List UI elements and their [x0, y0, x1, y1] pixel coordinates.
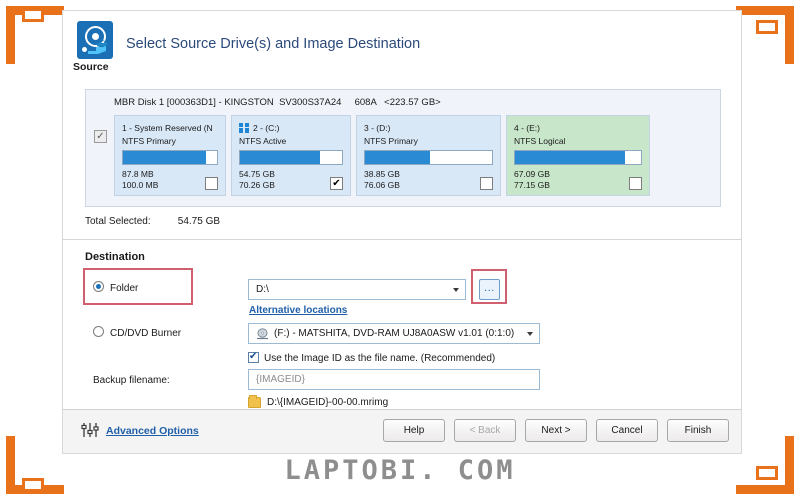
optical-drive-icon — [256, 327, 269, 340]
backup-filename-label: Backup filename: — [93, 375, 170, 386]
bracket-notch — [22, 8, 44, 22]
destination-section-title: Destination — [85, 251, 145, 263]
partition-title-text: 4 - (E:) — [514, 122, 540, 133]
advanced-options-link[interactable]: Advanced Options — [106, 425, 199, 437]
corner-bracket-top-right — [736, 6, 794, 64]
partition-used: 38.85 GB — [364, 169, 400, 179]
use-imageid-checkbox[interactable] — [248, 351, 259, 363]
partition-list: 1 - System Reserved (N NTFS Primary 87.8 M… — [114, 115, 713, 197]
partition-total: 77.15 GB — [514, 179, 550, 190]
partition-title-text: 3 - (D:) — [364, 122, 391, 133]
ellipsis-icon: ... — [484, 281, 495, 294]
bracket-notch — [756, 20, 778, 34]
total-selected-label: Total Selected: — [85, 216, 151, 227]
folder-radio-row[interactable]: Folder — [93, 281, 138, 294]
partition-title: 2 - (C:) — [239, 122, 343, 133]
finish-button[interactable]: Finish — [667, 419, 729, 442]
partition-used: 67.09 GB — [514, 169, 550, 179]
partition-filesystem: NTFS Active — [239, 136, 287, 146]
windows-icon — [239, 122, 249, 133]
bracket-arm-vertical — [6, 6, 15, 64]
source-drive-panel: MBR Disk 1 [000363D1] - KINGSTON SV300S3… — [85, 89, 721, 207]
partition-sizes: 54.75 GB 70.26 GB — [239, 169, 275, 190]
folder-radio-button[interactable] — [93, 281, 104, 292]
total-selected-value: 54.75 GB — [177, 216, 221, 227]
chevron-down-icon[interactable] — [527, 332, 533, 336]
cddvd-burner-combobox[interactable]: (F:) - MATSHITA, DVD-RAM UJ8A0ASW v1.01 … — [248, 323, 540, 344]
partition-checkbox[interactable] — [205, 177, 218, 191]
partition-sizes: 38.85 GB 76.06 GB — [364, 169, 400, 190]
folder-radio-label: Folder — [110, 283, 139, 294]
source-label: Source — [73, 61, 109, 73]
resulting-path-text: D:\{IMAGEID}-00-00.mrimg — [267, 397, 389, 408]
cddvd-radio-row[interactable]: CD/DVD Burner — [93, 326, 181, 339]
imaging-wizard-dialog: Source Select Source Drive(s) and Image … — [62, 10, 742, 454]
disk-select-checkbox[interactable]: ✓ — [94, 130, 107, 143]
partition-used: 87.8 MB — [122, 169, 154, 179]
total-selected-row: Total Selected: 54.75 GB — [85, 216, 721, 227]
partition-checkbox[interactable] — [480, 177, 493, 191]
cddvd-value: (F:) - MATSHITA, DVD-RAM UJ8A0ASW v1.01 … — [274, 328, 515, 339]
partition-card[interactable]: 1 - System Reserved (N NTFS Primary 87.8 M… — [114, 115, 226, 197]
help-button[interactable]: Help — [383, 419, 445, 442]
partition-total: 100.0 MB — [122, 179, 159, 190]
partition-usage-bar — [239, 150, 343, 165]
cddvd-radio-button[interactable] — [93, 326, 104, 337]
partition-checkbox[interactable] — [629, 177, 642, 191]
partition-title: 4 - (E:) — [514, 122, 642, 133]
arrow-icon — [88, 39, 108, 54]
partition-title: 3 - (D:) — [364, 122, 493, 133]
hard-disk-icon — [77, 21, 113, 59]
corner-bracket-top-left — [6, 6, 64, 64]
partition-total: 70.26 GB — [239, 179, 275, 190]
footer-button-group: Help < Back Next > Cancel Finish — [383, 419, 729, 442]
partition-title-text: 2 - (C:) — [253, 122, 280, 133]
use-imageid-label: Use the Image ID as the file name. (Reco… — [264, 353, 496, 364]
partition-title-text: 1 - System Reserved (N — [122, 122, 213, 133]
partition-checkbox[interactable]: ✔ — [330, 177, 343, 191]
bracket-arm-vertical — [785, 6, 794, 64]
partition-usage-bar — [122, 150, 218, 165]
folder-path-value: D:\ — [256, 284, 269, 295]
resulting-path-row: D:\{IMAGEID}-00-00.mrimg — [248, 395, 389, 408]
dialog-footer: Advanced Options Help < Back Next > Cancel F… — [63, 409, 741, 453]
cddvd-radio-label: CD/DVD Burner — [110, 328, 182, 339]
partition-filesystem: NTFS Primary — [122, 136, 176, 146]
folder-path-combobox[interactable]: D:\ — [248, 279, 466, 300]
page-title: Select Source Drive(s) and Image Destina… — [126, 36, 421, 52]
dialog-header: Source Select Source Drive(s) and Image … — [63, 11, 741, 83]
partition-sizes: 87.8 MB 100.0 MB — [122, 169, 158, 190]
backup-filename-input[interactable]: {IMAGEID} — [248, 369, 540, 390]
use-imageid-checkbox-row[interactable]: Use the Image ID as the file name. (Reco… — [248, 351, 496, 364]
partition-title: 1 - System Reserved (N — [122, 122, 218, 133]
source-icon-group: Source — [73, 21, 115, 73]
partition-card[interactable]: 2 - (C:) NTFS Active 54.75 GB 70.26 GB ✔ — [231, 115, 351, 197]
disk-info-line: MBR Disk 1 [000363D1] - KINGSTON SV300S3… — [114, 97, 441, 108]
browse-folder-button[interactable]: ... — [479, 279, 500, 300]
partition-used: 54.75 GB — [239, 169, 275, 179]
sliders-icon — [81, 423, 99, 437]
back-button: < Back — [454, 419, 516, 442]
chevron-down-icon[interactable] — [453, 288, 459, 292]
partition-sizes: 67.09 GB 77.15 GB — [514, 169, 550, 190]
folder-icon — [248, 395, 261, 408]
backup-filename-value: {IMAGEID} — [256, 374, 305, 385]
partition-usage-bar — [514, 150, 642, 165]
advanced-options-group[interactable]: Advanced Options — [81, 422, 199, 439]
partition-total: 76.06 GB — [364, 179, 400, 190]
next-button[interactable]: Next > — [525, 419, 587, 442]
partition-usage-bar — [364, 150, 493, 165]
partition-card[interactable]: 4 - (E:) NTFS Logical 67.09 GB 77.15 GB — [506, 115, 650, 197]
section-divider — [63, 239, 741, 240]
alternative-locations-link[interactable]: Alternative locations — [249, 305, 347, 316]
partition-filesystem: NTFS Logical — [514, 136, 566, 146]
cancel-button[interactable]: Cancel — [596, 419, 658, 442]
partition-card[interactable]: 3 - (D:) NTFS Primary 38.85 GB 76.06 GB — [356, 115, 501, 197]
watermark: LAPTOBI. COM — [284, 455, 516, 486]
partition-filesystem: NTFS Primary — [364, 136, 418, 146]
